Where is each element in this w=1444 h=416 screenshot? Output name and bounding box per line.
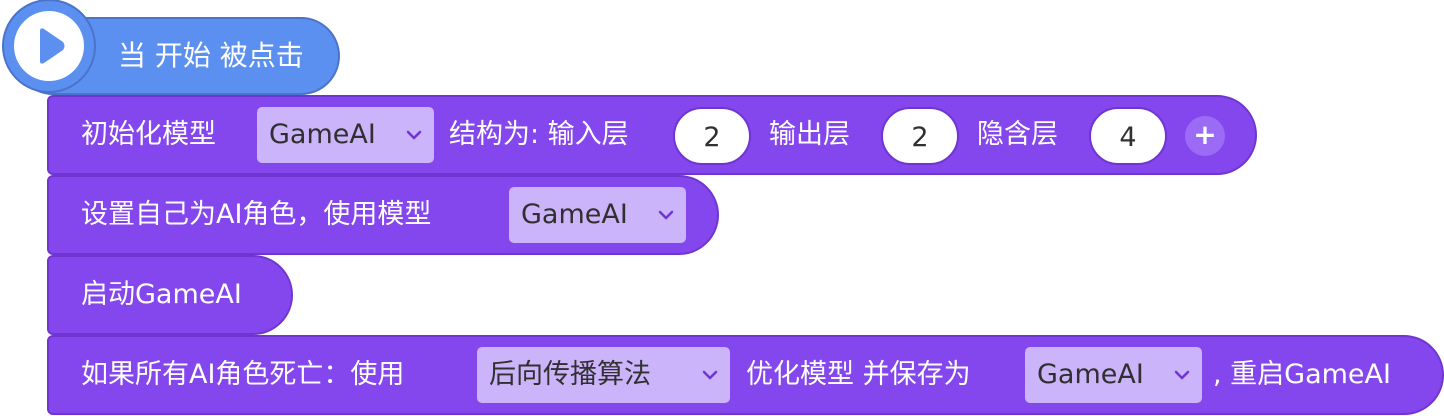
save-model-dropdown[interactable]: GameAI <box>1025 347 1202 403</box>
hidden-layers-field[interactable]: 4 <box>1089 107 1167 165</box>
hat-label: 当 开始 被点击 <box>118 39 304 72</box>
init-model-block[interactable]: 初始化模型 GameAI 结构为: 输入层 2 输出层 2 隐含层 4 + <box>47 95 1257 175</box>
output-layers-label: 输出层 <box>769 119 850 150</box>
algorithm-dropdown-value: 后向传播算法 <box>489 359 651 390</box>
hidden-layers-label: 隐含层 <box>977 119 1058 150</box>
if-all-ai-dead-label: 如果所有AI角色死亡：使用 <box>81 359 405 390</box>
chevron-down-icon <box>702 347 718 403</box>
chevron-down-icon <box>406 107 422 163</box>
chevron-down-icon <box>1174 347 1190 403</box>
output-layers-field[interactable]: 2 <box>881 107 959 165</box>
model-dropdown-value: GameAI <box>521 199 628 230</box>
play-icon-bg <box>14 11 84 81</box>
chevron-down-icon <box>658 187 674 243</box>
model-dropdown[interactable]: GameAI <box>257 107 434 163</box>
input-layers-field[interactable]: 2 <box>673 107 751 165</box>
model-dropdown[interactable]: GameAI <box>509 187 686 243</box>
model-dropdown-value: GameAI <box>269 119 376 150</box>
start-gameai-label: 启动GameAI <box>81 279 242 310</box>
restart-gameai-label: , 重启GameAI <box>1213 359 1391 390</box>
optimize-save-label: 优化模型 并保存为 <box>746 359 971 390</box>
add-layer-button[interactable]: + <box>1185 116 1225 156</box>
structure-label: 结构为: 输入层 <box>449 119 629 150</box>
play-button[interactable] <box>2 0 96 93</box>
play-icon <box>40 28 65 64</box>
init-model-label: 初始化模型 <box>81 119 216 150</box>
set-ai-role-block[interactable]: 设置自己为AI角色，使用模型 GameAI <box>47 175 719 255</box>
algorithm-dropdown[interactable]: 后向传播算法 <box>477 347 730 403</box>
if-all-ai-dead-block[interactable]: 如果所有AI角色死亡：使用 后向传播算法 优化模型 并保存为 GameAI , … <box>47 335 1444 415</box>
start-gameai-block[interactable]: 启动GameAI <box>47 255 293 335</box>
set-ai-role-label: 设置自己为AI角色，使用模型 <box>81 199 432 230</box>
save-model-dropdown-value: GameAI <box>1037 359 1144 390</box>
